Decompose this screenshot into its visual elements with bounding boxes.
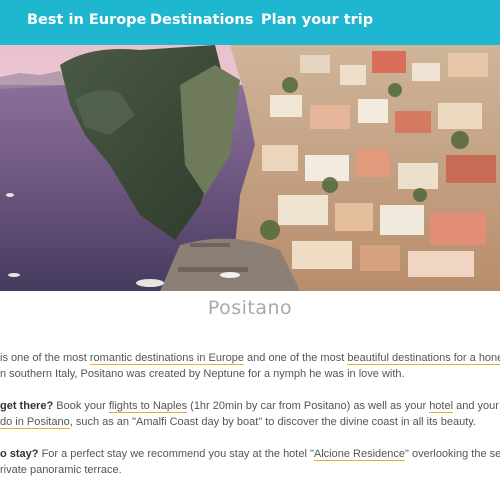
stay-line-1: o stay? For a perfect stay we recommend …: [0, 448, 500, 461]
getthere-line-1: get there? Book your flights to Naples (…: [0, 400, 500, 413]
hero-image-positano: [0, 45, 500, 291]
link-beautiful-destinations[interactable]: beautiful destinations for a honeymo: [347, 352, 500, 365]
stay-line-2: rivate panoramic terrace.: [0, 464, 122, 476]
link-romantic-destinations[interactable]: romantic destinations in Europe: [89, 352, 244, 365]
question-get-there: get there?: [0, 400, 54, 412]
link-flights-to-naples[interactable]: flights to Naples: [108, 400, 188, 413]
page-title: Positano: [207, 297, 293, 319]
nav-best-in-europe[interactable]: Best in Europe: [27, 0, 146, 45]
link-alcione-residence[interactable]: Alcione Residence: [313, 448, 406, 461]
link-do-in-positano[interactable]: do in Positano: [0, 416, 70, 429]
getthere-line-2: do in Positano, such as an "Amalfi Coast…: [0, 416, 476, 429]
top-navigation-bar: Best in Europe Destinations Plan your tr…: [0, 0, 500, 45]
article-body: is one of the most romantic destinations…: [0, 350, 500, 478]
nav-destinations[interactable]: Destinations: [150, 0, 253, 45]
link-hotel[interactable]: hotel: [429, 400, 454, 413]
intro-line-1: is one of the most romantic destinations…: [0, 350, 500, 366]
hero-illustration: [0, 45, 500, 291]
question-stay: o stay?: [0, 448, 39, 460]
intro-line-2: n southern Italy, Positano was created b…: [0, 368, 405, 380]
nav-plan-your-trip[interactable]: Plan your trip: [261, 0, 373, 45]
